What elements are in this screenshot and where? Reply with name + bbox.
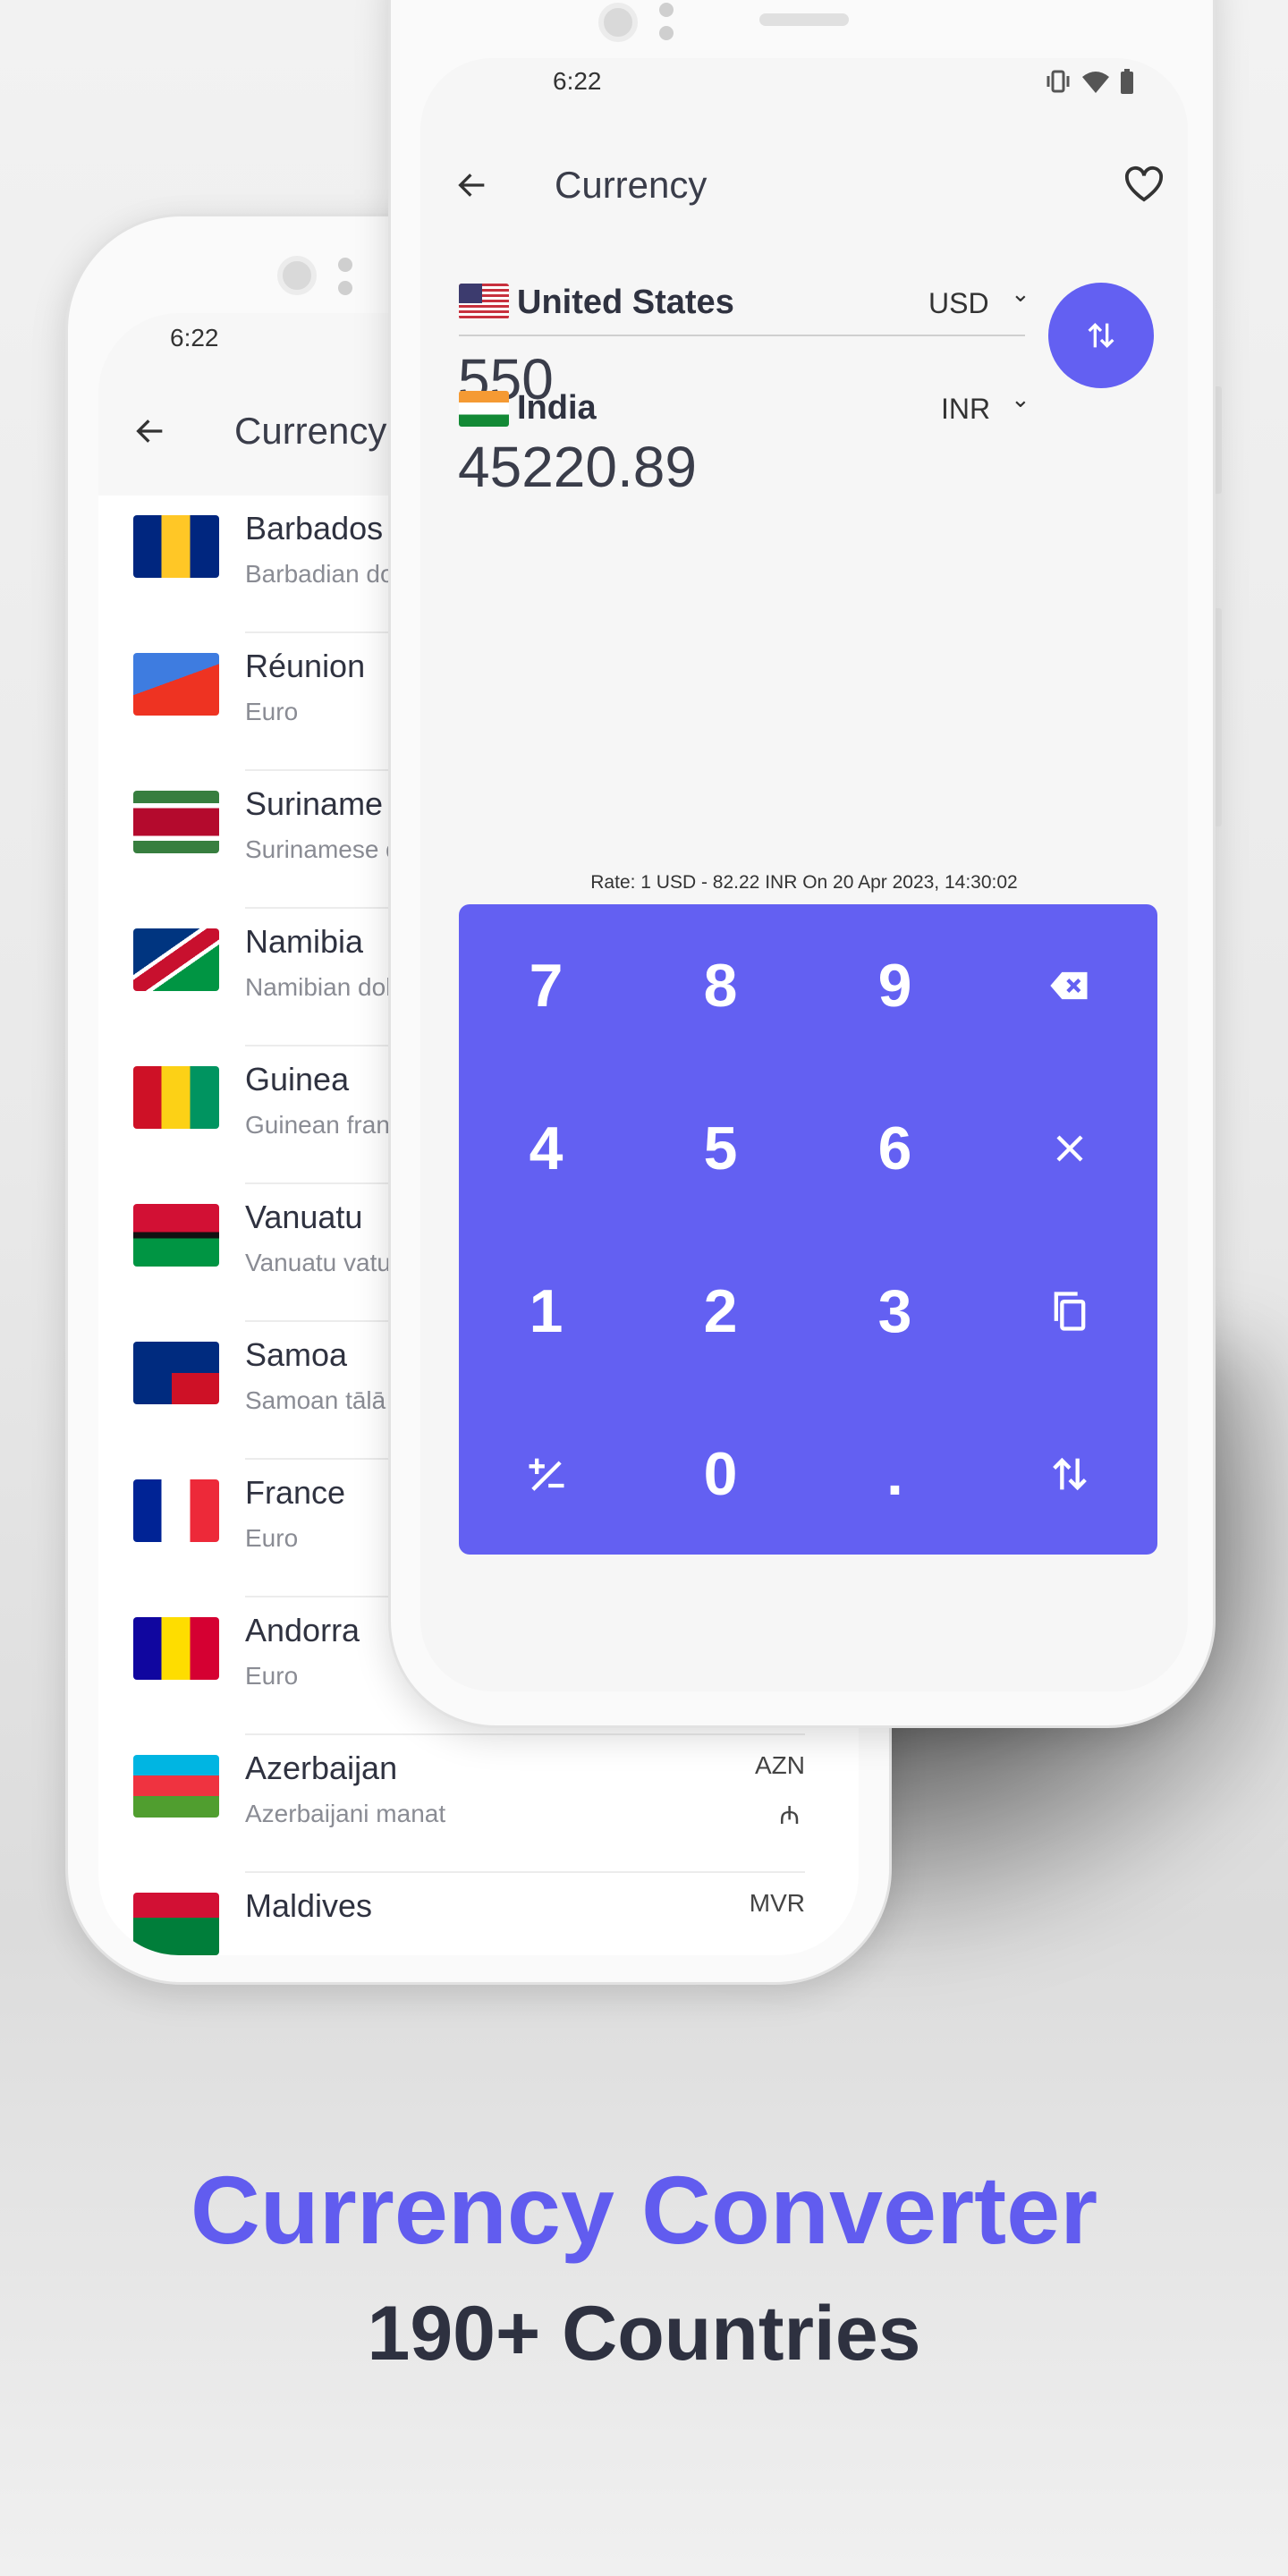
key-9[interactable]: 9	[808, 904, 982, 1067]
keypad: 789 456 1230.	[459, 904, 1157, 1555]
converter-screen: 6:22 Currency United States USD ⌄ 550 In…	[420, 58, 1188, 1691]
currency-name: Azerbaijani manat	[245, 1800, 446, 1827]
sensor-dots	[338, 258, 352, 297]
multiply-icon	[1055, 1135, 1083, 1162]
list-item[interactable]: Azerbaijan Azerbaijani manat AZN ₼	[98, 1735, 859, 1873]
battery-icon	[1121, 69, 1133, 94]
key-0[interactable]: 0	[633, 1393, 808, 1555]
swap-button[interactable]	[1048, 283, 1154, 388]
vanuatu-flag	[133, 1204, 219, 1267]
key-4[interactable]: 4	[459, 1067, 633, 1230]
promo-subtitle: 190+ Countries	[367, 2291, 921, 2377]
chevron-down-icon[interactable]: ⌄	[1011, 280, 1030, 308]
key-1[interactable]: 1	[459, 1230, 633, 1393]
key-2[interactable]: 2	[633, 1230, 808, 1393]
currency-symbol: ₼	[779, 1801, 800, 1829]
swap-icon	[1052, 1457, 1087, 1491]
swap-key[interactable]	[982, 1393, 1157, 1555]
azerbaijan-flag	[133, 1755, 219, 1818]
from-code-dropdown[interactable]: USD	[928, 287, 989, 320]
copy-icon	[1054, 1292, 1085, 1331]
suriname-flag	[133, 791, 219, 853]
speaker	[759, 13, 849, 26]
back-arrow-icon[interactable]	[454, 167, 490, 203]
front-phone: 6:22 Currency United States USD ⌄ 550 In…	[388, 0, 1216, 1728]
andorra-flag	[133, 1617, 219, 1680]
guinea-flag	[133, 1066, 219, 1129]
currency-code: AZN	[755, 1751, 805, 1779]
india-flag	[459, 391, 509, 427]
plus-minus-icon	[529, 1458, 564, 1491]
samoa-flag	[133, 1342, 219, 1404]
status-time: 6:22	[553, 67, 602, 95]
country-name: Andorra	[245, 1612, 360, 1648]
header-title: Currency	[555, 164, 708, 206]
camera	[598, 3, 638, 42]
from-country: United States	[517, 284, 734, 321]
copy-key[interactable]	[982, 1230, 1157, 1393]
list-item[interactable]: Maldives MVR	[98, 1873, 859, 1955]
currency-name: Vanuatu vatu	[245, 1249, 391, 1276]
back-arrow-icon[interactable]	[132, 413, 168, 449]
country-name: Azerbaijan	[245, 1750, 398, 1786]
country-name: France	[245, 1474, 346, 1511]
plus-minus-key[interactable]	[459, 1393, 633, 1555]
key-7[interactable]: 7	[459, 904, 633, 1067]
key-5[interactable]: 5	[633, 1067, 808, 1230]
heart-icon[interactable]	[1123, 165, 1165, 203]
us-flag	[459, 284, 509, 319]
status-time: 6:22	[170, 324, 219, 352]
backspace-key[interactable]	[982, 904, 1157, 1067]
country-name: Namibia	[245, 923, 364, 960]
currency-code: MVR	[749, 1889, 805, 1917]
currency-name: Euro	[245, 1524, 299, 1552]
country-name: Barbados	[245, 510, 384, 547]
sensor-dots	[659, 3, 674, 42]
header-title: Currency	[234, 410, 387, 452]
backspace-icon	[1049, 971, 1087, 1000]
key-3[interactable]: 3	[808, 1230, 982, 1393]
currency-name: Samoan tālā	[245, 1386, 386, 1414]
country-name: Vanuatu	[245, 1199, 363, 1235]
status-icons	[1045, 69, 1134, 94]
chevron-down-icon[interactable]: ⌄	[1011, 386, 1030, 413]
reunion-flag	[133, 653, 219, 716]
to-amount: 45220.89	[458, 435, 697, 499]
country-name: Suriname	[245, 785, 384, 822]
wifi-icon	[1082, 72, 1109, 93]
to-country: India	[517, 389, 597, 427]
promo-title: Currency Converter	[190, 2156, 1098, 2264]
swap-icon	[1088, 322, 1114, 349]
country-name: Samoa	[245, 1336, 348, 1373]
vibrate-icon	[1046, 70, 1070, 93]
key-6[interactable]: 6	[808, 1067, 982, 1230]
rate-text: Rate: 1 USD - 82.22 INR On 20 Apr 2023, …	[590, 872, 1018, 893]
divider	[459, 335, 1025, 336]
key-decimal[interactable]: .	[808, 1393, 982, 1555]
barbados-flag	[133, 515, 219, 578]
currency-name: Guinean franc	[245, 1111, 402, 1139]
multiply-key[interactable]	[982, 1067, 1157, 1230]
currency-name: Euro	[245, 1662, 299, 1690]
to-code-dropdown[interactable]: INR	[941, 393, 990, 426]
france-flag	[133, 1479, 219, 1542]
key-8[interactable]: 8	[633, 904, 808, 1067]
currency-name: Euro	[245, 698, 299, 725]
country-name: Maldives	[245, 1887, 373, 1924]
country-name: Guinea	[245, 1061, 350, 1097]
country-name: Réunion	[245, 648, 366, 684]
camera	[277, 256, 317, 295]
maldives-flag	[133, 1893, 219, 1955]
namibia-flag	[133, 928, 219, 991]
